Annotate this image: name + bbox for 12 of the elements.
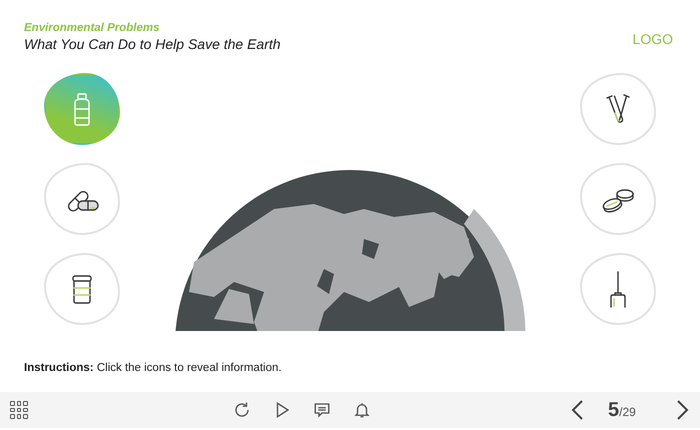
course-subtitle: Environmental Problems (24, 21, 160, 35)
logo: LOGO (632, 30, 673, 49)
instructions-text: Instructions: Click the icons to reveal information. (24, 362, 282, 374)
previous-icon[interactable] (570, 399, 584, 421)
slide-title: What You Can Do to Help Save the Earth (24, 35, 281, 53)
total-pages: /29 (619, 404, 636, 421)
current-page: 5 (608, 398, 620, 423)
menu-grid-icon[interactable] (10, 401, 28, 419)
next-icon[interactable] (676, 399, 690, 421)
comment-icon[interactable] (313, 401, 331, 419)
bell-icon[interactable] (353, 401, 371, 419)
replay-icon[interactable] (233, 401, 251, 419)
